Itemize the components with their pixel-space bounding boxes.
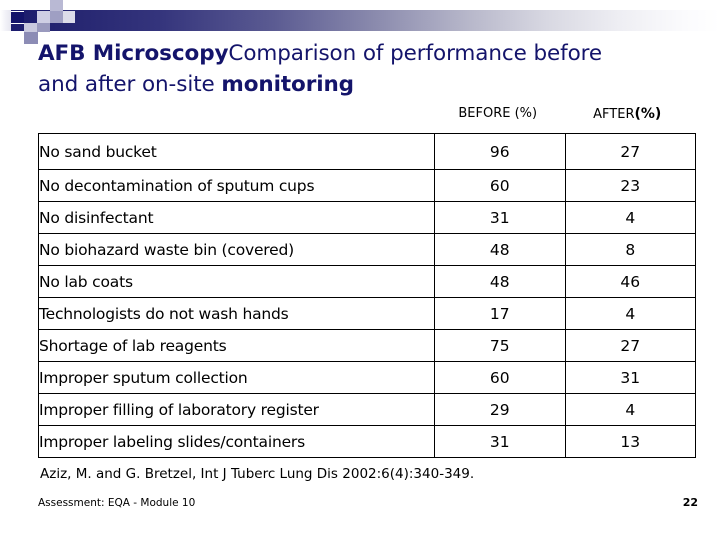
column-header-before-pct: (%) bbox=[514, 106, 538, 121]
table-row: Shortage of lab reagents 75 27 bbox=[38, 329, 696, 362]
cell-finding: Improper sputum collection bbox=[38, 361, 435, 394]
cell-before: 29 bbox=[434, 393, 566, 426]
cell-finding: No sand bucket bbox=[38, 133, 435, 170]
cell-finding: No lab coats bbox=[38, 265, 435, 298]
deco-square-light-4 bbox=[63, 11, 75, 23]
cell-after: 27 bbox=[564, 329, 696, 362]
cell-finding: Improper labeling slides/containers bbox=[38, 425, 435, 458]
table-column-headers: BEFORE (%) AFTER(%) bbox=[433, 104, 692, 128]
cell-finding: No biohazard waste bin (covered) bbox=[38, 233, 435, 266]
deco-square-pale-2 bbox=[24, 0, 37, 10]
title-regular-2: and after on-site bbox=[38, 72, 222, 97]
citation-text: Aziz, M. and G. Bretzel, Int J Tuberc Lu… bbox=[40, 466, 475, 482]
comparison-table: No sand bucket 96 27 No decontamination … bbox=[38, 133, 696, 458]
column-header-after-pct: (%) bbox=[634, 106, 662, 122]
cell-before: 31 bbox=[434, 425, 566, 458]
deco-fade-left bbox=[0, 10, 11, 31]
cell-after: 46 bbox=[564, 265, 696, 298]
table-row: No sand bucket 96 27 bbox=[38, 133, 696, 170]
deco-square-light-1 bbox=[37, 11, 50, 23]
column-header-after: AFTER(%) bbox=[563, 104, 693, 128]
cell-finding: No disinfectant bbox=[38, 201, 435, 234]
table-row: Improper filling of laboratory register … bbox=[38, 393, 696, 426]
cell-after: 8 bbox=[564, 233, 696, 266]
deco-square-light-7 bbox=[24, 32, 38, 44]
table-body: No sand bucket 96 27 No decontamination … bbox=[38, 133, 696, 458]
cell-after: 31 bbox=[564, 361, 696, 394]
table-row: Technologists do not wash hands 17 4 bbox=[38, 297, 696, 330]
table-row: Improper labeling slides/containers 31 1… bbox=[38, 425, 696, 458]
cell-before: 48 bbox=[434, 233, 566, 266]
column-header-after-text: AFTER bbox=[593, 107, 635, 122]
cell-finding: Technologists do not wash hands bbox=[38, 297, 435, 330]
deco-square-light-6 bbox=[37, 23, 50, 32]
cell-before: 96 bbox=[434, 133, 566, 170]
table-row: No lab coats 48 46 bbox=[38, 265, 696, 298]
table-row: No decontamination of sputum cups 60 23 bbox=[38, 169, 696, 202]
header-gradient-bar bbox=[0, 10, 720, 31]
cell-before: 48 bbox=[434, 265, 566, 298]
cell-after: 27 bbox=[564, 133, 696, 170]
cell-before: 17 bbox=[434, 297, 566, 330]
page-number: 22 bbox=[682, 496, 698, 509]
table-row: No disinfectant 31 4 bbox=[38, 201, 696, 234]
cell-after: 23 bbox=[564, 169, 696, 202]
page-title: AFB MicroscopyComparison of performance … bbox=[38, 38, 688, 100]
cell-before: 60 bbox=[434, 361, 566, 394]
cell-after: 4 bbox=[564, 201, 696, 234]
title-bold-2: monitoring bbox=[221, 72, 354, 97]
deco-square-light-5 bbox=[24, 23, 37, 32]
cell-before: 60 bbox=[434, 169, 566, 202]
footer-note: Assessment: EQA - Module 10 bbox=[38, 497, 196, 509]
cell-before: 75 bbox=[434, 329, 566, 362]
title-bold-1: AFB Microscopy bbox=[38, 41, 229, 66]
deco-fade-lower-left bbox=[0, 31, 24, 44]
column-header-before: BEFORE (%) bbox=[433, 104, 563, 128]
cell-finding: Shortage of lab reagents bbox=[38, 329, 435, 362]
cell-after: 4 bbox=[564, 393, 696, 426]
table-row: No biohazard waste bin (covered) 48 8 bbox=[38, 233, 696, 266]
cell-after: 4 bbox=[564, 297, 696, 330]
deco-square-light-3 bbox=[50, 11, 63, 23]
title-regular-1: Comparison of performance before bbox=[228, 41, 603, 66]
table-row: Improper sputum collection 60 31 bbox=[38, 361, 696, 394]
column-header-before-text: BEFORE bbox=[458, 106, 515, 121]
cell-after: 13 bbox=[564, 425, 696, 458]
deco-square-navy-2 bbox=[11, 12, 24, 23]
deco-square-light-2 bbox=[50, 0, 63, 11]
cell-finding: Improper filling of laboratory register bbox=[38, 393, 435, 426]
cell-finding: No decontamination of sputum cups bbox=[38, 169, 435, 202]
cell-before: 31 bbox=[434, 201, 566, 234]
